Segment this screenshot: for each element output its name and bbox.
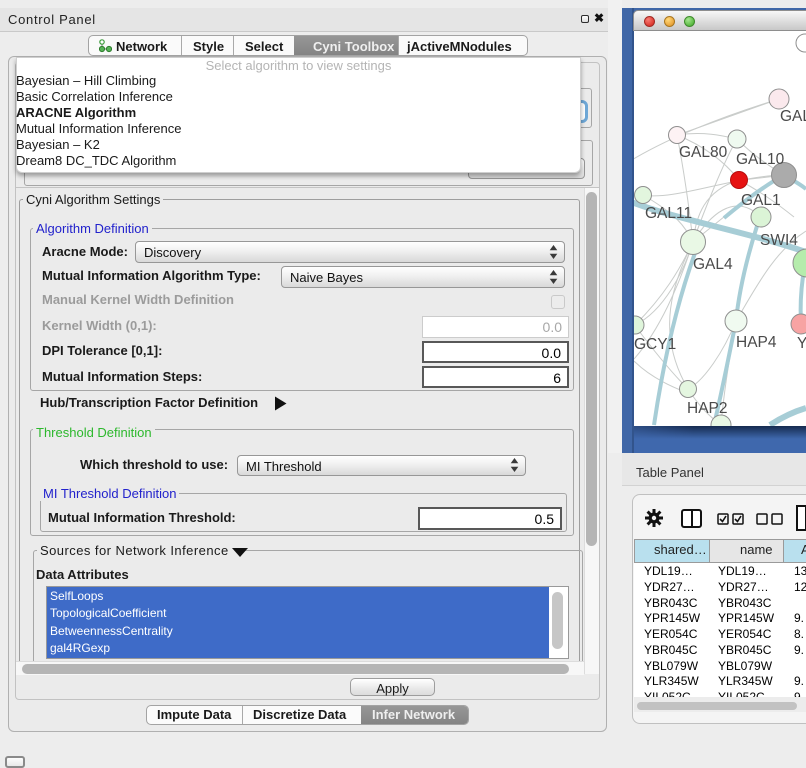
svg-text:GAL11: GAL11 (645, 205, 692, 222)
svg-text:GAL80: GAL80 (679, 144, 728, 161)
svg-text:GAL10: GAL10 (736, 151, 785, 168)
svg-text:SWI4: SWI4 (760, 232, 798, 249)
svg-text:GAL7: GAL7 (780, 108, 806, 125)
svg-text:Y: Y (797, 335, 806, 352)
svg-text:HAP4: HAP4 (736, 334, 777, 351)
svg-text:GCY1: GCY1 (634, 336, 676, 353)
svg-text:GAL4: GAL4 (693, 256, 733, 273)
svg-text:GAL1: GAL1 (741, 192, 781, 209)
svg-text:HAP2: HAP2 (687, 400, 728, 417)
